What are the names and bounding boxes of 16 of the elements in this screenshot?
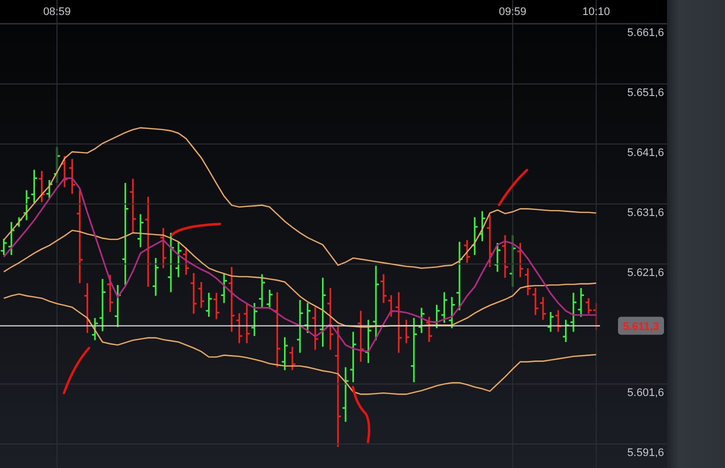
time-label: 08:59 xyxy=(43,6,71,18)
price-label: 5.621,6 xyxy=(627,267,664,279)
hand-drawn-stroke xyxy=(352,386,370,444)
price-label: 5.601,6 xyxy=(627,387,664,399)
hand-drawn-stroke xyxy=(62,346,90,394)
time-label: 09:59 xyxy=(498,6,526,18)
price-label: 5.591,6 xyxy=(627,447,664,459)
price-label: 5.631,6 xyxy=(627,207,664,219)
price-label: 5.661,6 xyxy=(627,27,664,39)
current-price-tag: 5.611,3 xyxy=(618,316,664,335)
hand-drawn-stroke xyxy=(170,222,222,236)
hand-drawn-stroke xyxy=(498,168,528,206)
price-label: 5.651,6 xyxy=(627,87,664,99)
ref-line-label: 5.611,3 xyxy=(622,320,660,333)
price-label: 5.641,6 xyxy=(627,147,664,159)
time-label: 10:10 xyxy=(582,6,610,18)
